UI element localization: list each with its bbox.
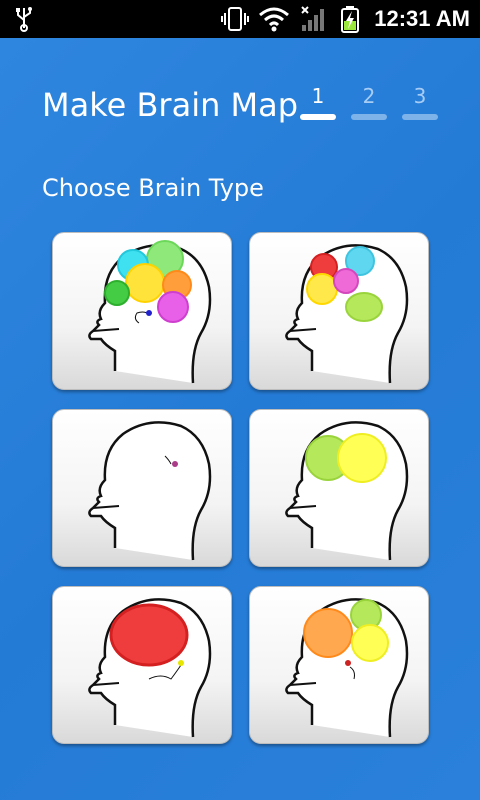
step-indicator: 1 2 3 <box>300 84 440 124</box>
signal-icon <box>300 5 328 37</box>
step-number: 2 <box>362 84 376 108</box>
brain-type-6-button[interactable] <box>249 586 429 744</box>
head-illustration <box>88 240 212 384</box>
brain-type-3-button[interactable] <box>52 409 232 567</box>
step-bar <box>300 114 336 120</box>
wifi-icon <box>258 6 290 36</box>
step-3: 3 <box>402 84 438 120</box>
step-bar <box>402 114 438 120</box>
vibrate-icon <box>220 5 250 37</box>
page-title: Make Brain Map <box>42 86 299 124</box>
brain-type-1-button[interactable] <box>52 232 232 390</box>
step-1: 1 <box>300 84 336 120</box>
status-clock: 12:31 AM <box>374 6 470 31</box>
brain-type-5-button[interactable] <box>52 586 232 744</box>
brain-type-4-button[interactable] <box>249 409 429 567</box>
step-number: 1 <box>311 84 325 108</box>
status-bar: 12:31 AM <box>0 0 480 38</box>
head-illustration <box>88 421 212 561</box>
head-illustration <box>285 421 409 561</box>
battery-charging-icon <box>340 5 360 37</box>
head-illustration <box>88 598 212 738</box>
head-illustration <box>285 598 409 738</box>
usb-icon <box>14 6 34 36</box>
step-number: 3 <box>413 84 427 108</box>
brain-type-2-button[interactable] <box>249 232 429 390</box>
main-content: Make Brain Map 1 2 3 Choose Brain Type <box>0 38 480 800</box>
step-2: 2 <box>351 84 387 120</box>
step-bar <box>351 114 387 120</box>
head-illustration <box>285 244 409 384</box>
section-subtitle: Choose Brain Type <box>42 174 264 202</box>
